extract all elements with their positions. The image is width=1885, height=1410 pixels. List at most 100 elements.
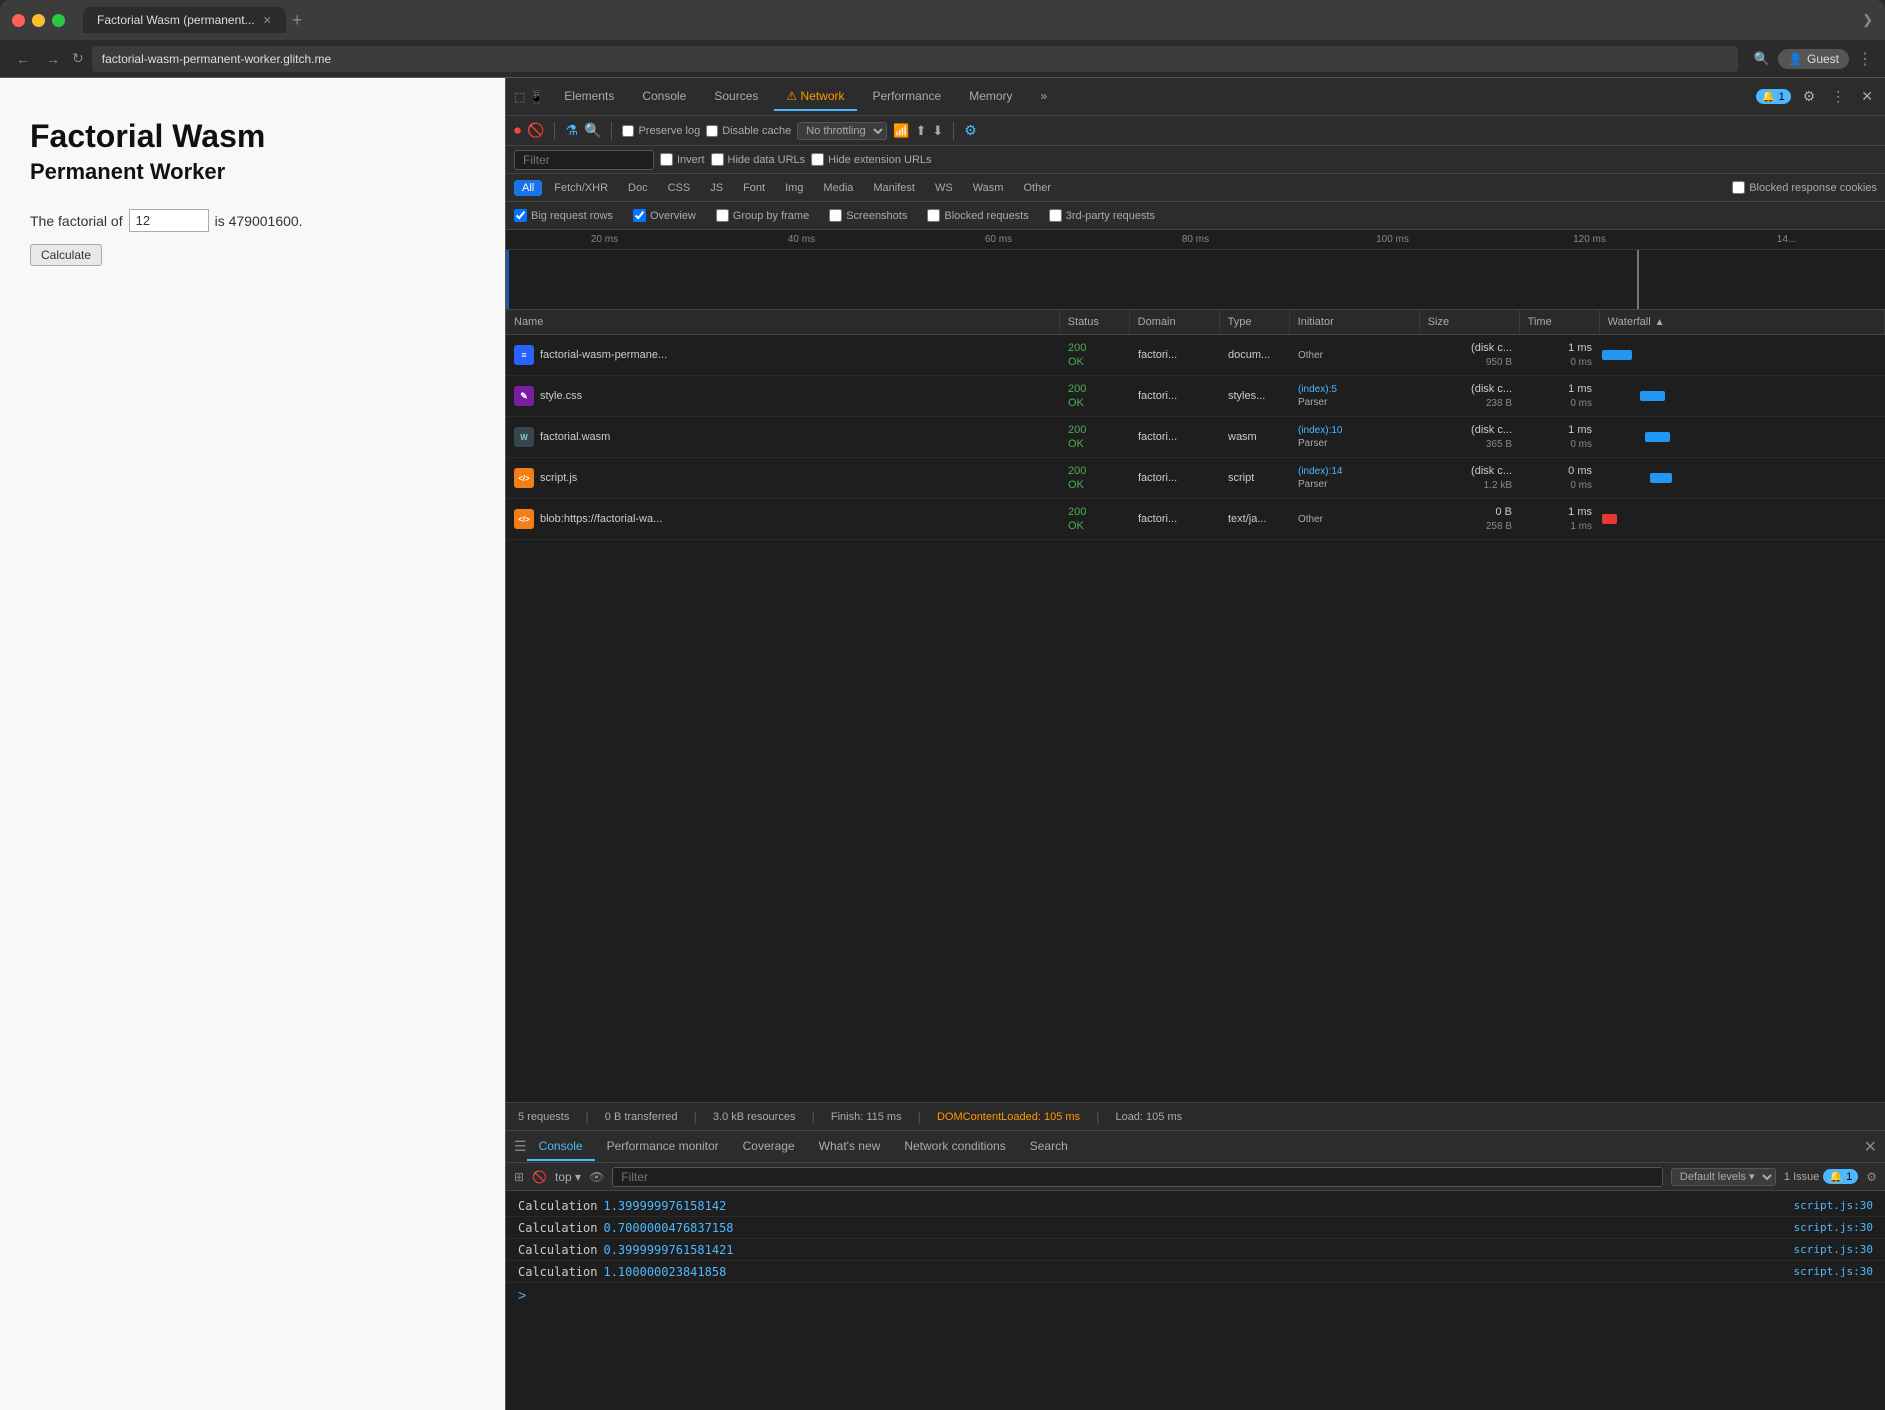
preserve-log-checkbox[interactable]: Preserve log xyxy=(622,125,700,137)
type-btn-doc[interactable]: Doc xyxy=(620,180,656,196)
blocked-requests-checkbox[interactable]: Blocked requests xyxy=(927,209,1028,222)
blocked-cookies-checkbox[interactable]: Blocked response cookies xyxy=(1732,181,1877,194)
type-btn-img[interactable]: Img xyxy=(777,180,811,196)
type-btn-media[interactable]: Media xyxy=(815,180,861,196)
invert-checkbox[interactable]: Invert xyxy=(660,153,705,166)
th-domain[interactable]: Domain xyxy=(1130,310,1220,334)
tab-sources[interactable]: Sources xyxy=(702,83,770,111)
forward-button[interactable]: → xyxy=(42,49,64,69)
big-rows-checkbox[interactable]: Big request rows xyxy=(514,209,613,222)
console-tab-perf-monitor[interactable]: Performance monitor xyxy=(595,1133,731,1161)
issues-button[interactable]: 1 Issue 🔔 1 xyxy=(1784,1169,1858,1184)
eye-icon[interactable]: 👁 xyxy=(589,1170,604,1184)
filter-button[interactable]: ⚗ xyxy=(565,122,578,139)
new-tab-button[interactable]: + xyxy=(292,10,303,31)
th-time[interactable]: Time xyxy=(1520,310,1600,334)
type-btn-js[interactable]: JS xyxy=(702,180,731,196)
inspector-icon[interactable]: ⬚ xyxy=(514,90,525,104)
console-sidebar-icon[interactable]: ⊞ xyxy=(514,1170,524,1184)
issues-badge[interactable]: 🔔 1 xyxy=(1756,89,1791,104)
level-select[interactable]: Default levels ▾ xyxy=(1671,1168,1776,1186)
preserve-log-input[interactable] xyxy=(622,125,634,137)
tab-close-button[interactable]: ✕ xyxy=(263,14,272,27)
type-btn-fetch[interactable]: Fetch/XHR xyxy=(546,180,616,196)
responsive-icon[interactable]: 📱 xyxy=(529,90,544,104)
context-selector[interactable]: top ▾ xyxy=(555,1170,581,1184)
tab-performance[interactable]: Performance xyxy=(861,83,954,111)
hide-data-urls-checkbox[interactable]: Hide data URLs xyxy=(711,153,806,166)
throttle-select[interactable]: No throttling xyxy=(797,122,887,140)
third-party-checkbox[interactable]: 3rd-party requests xyxy=(1049,209,1155,222)
back-button[interactable]: ← xyxy=(12,49,34,69)
th-status[interactable]: Status xyxy=(1060,310,1130,334)
tab-more[interactable]: » xyxy=(1029,83,1060,111)
type-btn-font[interactable]: Font xyxy=(735,180,773,196)
console-prompt[interactable]: > xyxy=(506,1283,1885,1307)
record-button[interactable]: ⏺ xyxy=(514,122,521,139)
type-btn-css[interactable]: CSS xyxy=(660,180,699,196)
console-tab-console[interactable]: Console xyxy=(527,1133,595,1161)
th-waterfall[interactable]: Waterfall ▲ xyxy=(1600,310,1885,334)
console-tab-coverage[interactable]: Coverage xyxy=(731,1133,807,1161)
disable-cache-checkbox[interactable]: Disable cache xyxy=(706,125,791,137)
log-file-link-4[interactable]: script.js:30 xyxy=(1794,1265,1873,1278)
th-size[interactable]: Size xyxy=(1420,310,1520,334)
guest-button[interactable]: 👤 Guest xyxy=(1778,49,1849,69)
table-row[interactable]: W factorial.wasm 200 OK factori... wasm xyxy=(506,417,1885,458)
reload-button[interactable]: ↻ xyxy=(72,50,84,67)
log-file-link-2[interactable]: script.js:30 xyxy=(1794,1221,1873,1234)
calculate-button[interactable]: Calculate xyxy=(30,244,102,266)
table-row[interactable]: ✎ style.css 200 OK factori... styles... xyxy=(506,376,1885,417)
maximize-window-button[interactable] xyxy=(52,14,65,27)
overview-checkbox[interactable]: Overview xyxy=(633,209,696,222)
initiator-link-3[interactable]: (index):10 xyxy=(1298,424,1412,437)
tab-memory[interactable]: Memory xyxy=(957,83,1024,111)
tab-elements[interactable]: Elements xyxy=(552,83,626,111)
console-tab-search[interactable]: Search xyxy=(1018,1133,1080,1161)
initiator-link-4[interactable]: (index):14 xyxy=(1298,465,1412,478)
th-type[interactable]: Type xyxy=(1220,310,1290,334)
import-button[interactable]: ⬆ xyxy=(915,123,926,139)
screenshots-checkbox[interactable]: Screenshots xyxy=(829,209,907,222)
th-initiator[interactable]: Initiator xyxy=(1290,310,1420,334)
tab-network[interactable]: ⚠ Network xyxy=(774,83,856,111)
type-btn-wasm[interactable]: Wasm xyxy=(965,180,1012,196)
browser-tab[interactable]: Factorial Wasm (permanent... ✕ xyxy=(83,7,286,33)
console-clear-icon[interactable]: 🚫 xyxy=(532,1170,547,1184)
log-file-link-3[interactable]: script.js:30 xyxy=(1794,1243,1873,1256)
tab-console[interactable]: Console xyxy=(630,83,698,111)
url-input[interactable]: factorial-wasm-permanent-worker.glitch.m… xyxy=(92,46,1738,72)
filter-input[interactable] xyxy=(514,150,654,170)
disable-cache-input[interactable] xyxy=(706,125,718,137)
network-table[interactable]: Name Status Domain Type Initiator Size T… xyxy=(506,310,1885,1102)
type-btn-ws[interactable]: WS xyxy=(927,180,961,196)
clear-button[interactable]: 🚫 xyxy=(527,122,544,139)
console-close-button[interactable]: ✕ xyxy=(1864,1137,1877,1157)
console-settings-icon[interactable]: ⚙ xyxy=(1866,1170,1877,1184)
table-row[interactable]: </> blob:https://factorial-wa... 200 OK … xyxy=(506,499,1885,540)
hide-ext-urls-checkbox[interactable]: Hide extension URLs xyxy=(811,153,931,166)
console-filter-input[interactable] xyxy=(612,1167,1663,1187)
log-file-link-1[interactable]: script.js:30 xyxy=(1794,1199,1873,1212)
minimize-window-button[interactable] xyxy=(32,14,45,27)
console-tab-network-conditions[interactable]: Network conditions xyxy=(892,1133,1017,1161)
devtools-more-button[interactable]: ⋮ xyxy=(1827,86,1849,107)
devtools-settings-button[interactable]: ⚙ xyxy=(1799,86,1820,107)
wifi-icon[interactable]: 📶 xyxy=(893,123,909,139)
table-row[interactable]: </> script.js 200 OK factori... script xyxy=(506,458,1885,499)
group-by-frame-checkbox[interactable]: Group by frame xyxy=(716,209,809,222)
close-window-button[interactable] xyxy=(12,14,25,27)
export-button[interactable]: ⬇ xyxy=(932,123,943,139)
initiator-link-2[interactable]: (index):5 xyxy=(1298,383,1412,396)
network-settings-button[interactable]: ⚙ xyxy=(964,122,977,139)
console-menu-icon[interactable]: ☰ xyxy=(514,1138,527,1155)
th-name[interactable]: Name xyxy=(506,310,1060,334)
zoom-icon[interactable]: 🔍 xyxy=(1754,51,1770,67)
type-btn-manifest[interactable]: Manifest xyxy=(865,180,923,196)
search-button[interactable]: 🔍 xyxy=(584,122,601,139)
console-tab-whats-new[interactable]: What's new xyxy=(807,1133,893,1161)
more-options-button[interactable]: ⋮ xyxy=(1857,49,1873,69)
type-btn-other[interactable]: Other xyxy=(1015,180,1059,196)
factorial-input[interactable] xyxy=(129,209,209,232)
devtools-close-button[interactable]: ✕ xyxy=(1857,86,1877,107)
